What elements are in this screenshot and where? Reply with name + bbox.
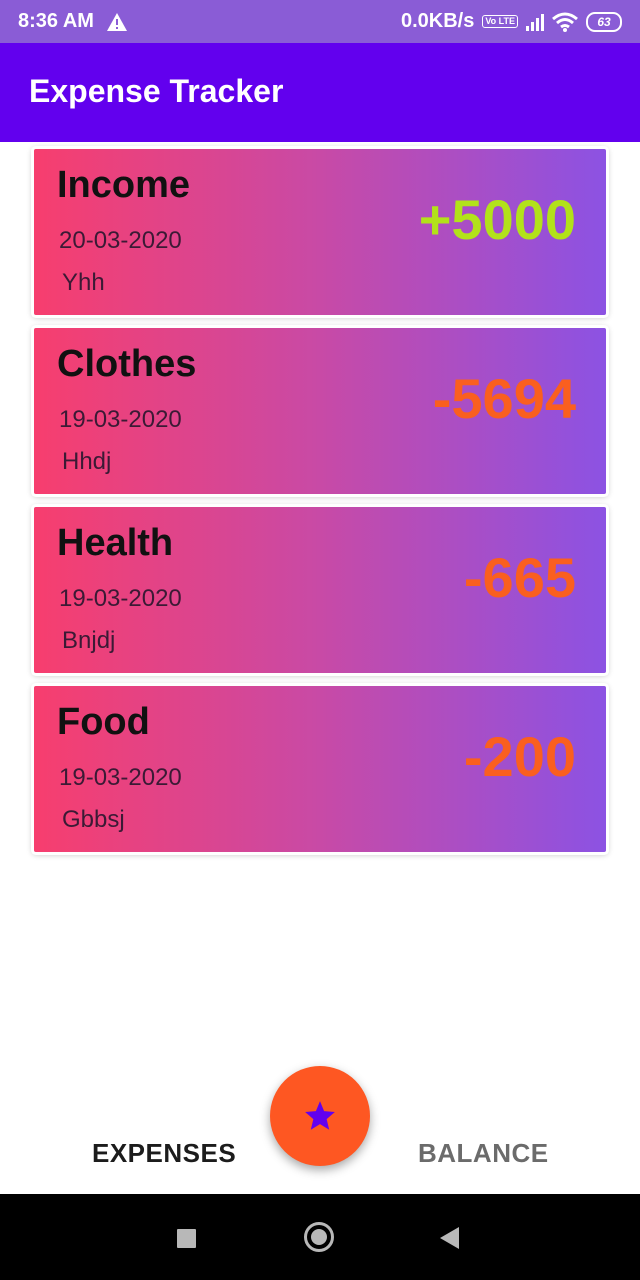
transaction-card[interactable]: Income 20-03-2020 Yhh +5000 [34,149,606,315]
star-icon [305,1101,335,1130]
transaction-amount: -5694 [432,367,576,430]
transaction-card[interactable]: Health 19-03-2020 Bnjdj -665 [34,507,606,673]
home-icon[interactable] [304,1222,334,1252]
transaction-note: Bnjdj [62,627,116,654]
transaction-category: Clothes [57,343,197,385]
app-bar: Expense Tracker [0,43,640,142]
tab-balance[interactable]: BALANCE [418,1138,549,1169]
status-bar: 8:36 AM 0.0KB/s Vo LTE 63 [0,0,640,43]
fab-button[interactable] [270,1066,370,1166]
warning-icon [106,12,127,31]
transaction-card[interactable]: Clothes 19-03-2020 Hhdj -5694 [34,328,606,494]
battery-icon: 63 [586,11,622,32]
recents-icon[interactable] [177,1229,196,1248]
transaction-note: Gbbsj [62,806,125,833]
transaction-amount: +5000 [418,188,576,251]
transaction-note: Yhh [62,269,105,296]
transaction-card[interactable]: Food 19-03-2020 Gbbsj -200 [34,686,606,852]
transaction-date: 20-03-2020 [59,227,182,254]
system-nav-bar [0,1194,640,1280]
transaction-note: Hhdj [62,448,112,475]
status-time: 8:36 AM [18,10,94,32]
wifi-icon [552,12,578,32]
transaction-category: Income [57,164,191,206]
tab-expenses[interactable]: EXPENSES [92,1138,236,1169]
signal-icon [526,13,544,31]
transaction-amount: -665 [463,546,576,609]
transaction-date: 19-03-2020 [59,764,182,791]
app-title: Expense Tracker [29,73,284,109]
volte-icon: Vo LTE [482,15,518,28]
transaction-category: Food [57,701,150,743]
transaction-category: Health [57,522,174,564]
transaction-date: 19-03-2020 [59,585,182,612]
back-icon[interactable] [440,1227,459,1249]
network-speed: 0.0KB/s [400,10,475,32]
transaction-amount: -200 [463,725,576,788]
transaction-date: 19-03-2020 [59,406,182,433]
